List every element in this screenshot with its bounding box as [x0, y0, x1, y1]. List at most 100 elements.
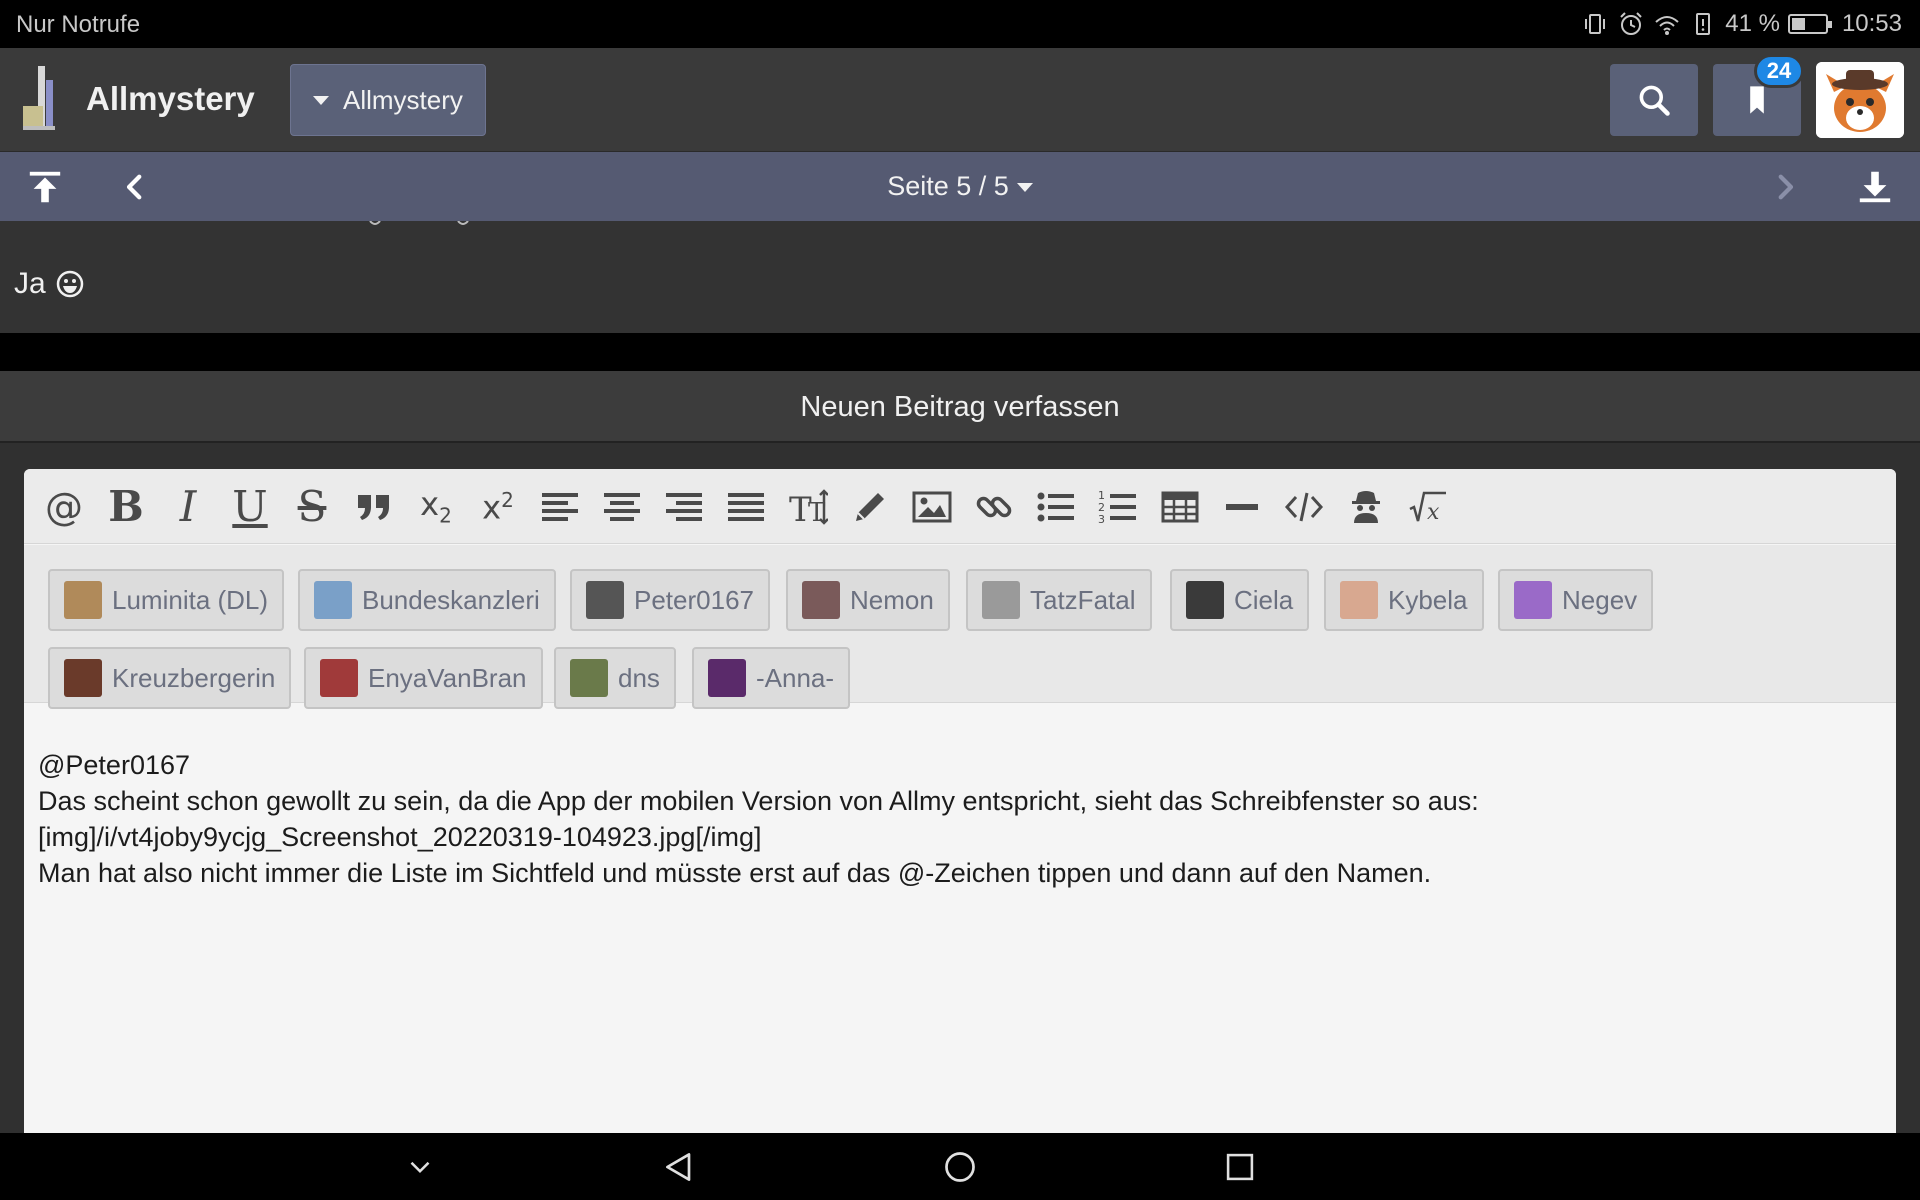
- vibrate-icon: [1581, 10, 1609, 38]
- mention-avatar: [802, 581, 840, 619]
- recents-button[interactable]: [1220, 1147, 1260, 1187]
- mention-avatar: [320, 659, 358, 697]
- mention-chip[interactable]: EnyaVanBran: [304, 647, 543, 709]
- math-icon[interactable]: x: [1402, 481, 1454, 533]
- mention-chip[interactable]: Peter0167: [570, 569, 770, 631]
- mention-avatar: [586, 581, 624, 619]
- text-size-icon[interactable]: TT: [782, 481, 834, 533]
- caret-down-icon: [313, 95, 329, 105]
- chevron-down-icon: [410, 1161, 430, 1174]
- mention-name: Ciela: [1234, 584, 1294, 615]
- mention-name: dns: [618, 662, 660, 693]
- formatting-toolbar: @ B I U S x2 x2 TT 1 2 3 x: [24, 469, 1896, 544]
- mention-name: Kreuzbergerin: [112, 662, 276, 693]
- forum-dropdown[interactable]: Allmystery: [290, 64, 486, 136]
- mention-name: EnyaVanBran: [368, 662, 527, 693]
- mention-avatar: [1186, 581, 1224, 619]
- post-editor: @ B I U S x2 x2 TT 1 2 3 x Luminita (DL)…: [24, 469, 1896, 1133]
- compose-title: Neuen Beitrag verfassen: [800, 391, 1120, 423]
- mention-chip[interactable]: Kybela: [1324, 569, 1484, 631]
- battery-percent: 41 %: [1725, 10, 1780, 37]
- page-indicator-label: Seite 5 / 5: [887, 171, 1009, 201]
- svg-text:x: x: [1427, 500, 1440, 525]
- align-right-icon[interactable]: [658, 481, 710, 533]
- pagination-bar: Seite 5 / 5: [0, 151, 1920, 221]
- previous-post: Ja: [0, 221, 1920, 333]
- bookmark-icon: [1750, 86, 1764, 114]
- strikethrough-icon[interactable]: S: [286, 481, 338, 533]
- spoiler-icon[interactable]: [1340, 481, 1392, 533]
- recents-icon: [1226, 1153, 1254, 1181]
- image-icon[interactable]: [906, 481, 958, 533]
- text-line: Man hat also nicht immer die Liste im Si…: [38, 858, 1432, 888]
- align-justify-icon[interactable]: [720, 481, 772, 533]
- mention-chip[interactable]: Luminita (DL): [48, 569, 285, 631]
- mention-name: Kybela: [1388, 584, 1468, 615]
- superscript-icon[interactable]: x2: [472, 481, 524, 533]
- svg-text:3: 3: [1098, 513, 1105, 526]
- code-icon[interactable]: [1278, 481, 1330, 533]
- quote-icon[interactable]: [348, 481, 400, 533]
- mention-name: -Anna-: [756, 662, 835, 693]
- last-page-button[interactable]: [1850, 162, 1900, 212]
- app-bar: Allmystery Allmystery 24: [0, 48, 1920, 151]
- back-button[interactable]: [660, 1147, 700, 1187]
- allmystery-logo[interactable]: [20, 62, 68, 134]
- collapse-keyboard-button[interactable]: [400, 1147, 440, 1187]
- clipped-text-fragment: [369, 221, 469, 225]
- mention-avatar: [1340, 581, 1378, 619]
- pencil-icon[interactable]: [844, 481, 896, 533]
- page-selector[interactable]: Seite 5 / 5: [0, 171, 1920, 202]
- chevron-right-icon: [1778, 174, 1794, 200]
- status-bar: Nur Notrufe 41 % 10:53: [0, 0, 1920, 48]
- mention-chip[interactable]: Ciela: [1170, 569, 1310, 631]
- post-text-area[interactable]: @Peter0167 Das scheint schon gewollt zu …: [38, 747, 1878, 891]
- underline-icon[interactable]: U: [224, 481, 276, 533]
- mention-avatar: [64, 659, 102, 697]
- battery-icon: [1787, 14, 1832, 34]
- mention-name: Luminita (DL): [112, 584, 269, 615]
- align-center-icon[interactable]: [596, 481, 648, 533]
- search-button[interactable]: [1610, 64, 1698, 136]
- mention-avatar: [1514, 581, 1552, 619]
- align-left-icon[interactable]: [534, 481, 586, 533]
- bookmark-count-badge: 24: [1754, 54, 1804, 88]
- mention-name: Negev: [1562, 584, 1638, 615]
- home-icon: [945, 1152, 975, 1182]
- link-icon[interactable]: [968, 481, 1020, 533]
- mention-suggestions: Luminita (DL) Bundeskanzleri Peter0167 Nemo…: [24, 545, 1896, 709]
- mention-chip[interactable]: TatzFatal: [966, 569, 1152, 631]
- system-nav-bar: [0, 1133, 1920, 1200]
- wifi-icon: [1653, 10, 1681, 38]
- numbered-list-icon[interactable]: 123: [1092, 481, 1144, 533]
- post-body: Ja: [14, 267, 84, 301]
- compose-header: Neuen Beitrag verfassen: [0, 371, 1920, 443]
- mention-chip[interactable]: Bundeskanzleri: [298, 569, 556, 631]
- mention-chip[interactable]: Negev: [1498, 569, 1654, 631]
- search-icon: [1639, 85, 1670, 116]
- text-line: Das scheint schon gewollt zu sein, da di…: [38, 786, 1479, 816]
- user-avatar[interactable]: [1816, 62, 1904, 138]
- next-page-button[interactable]: [1760, 162, 1810, 212]
- carrier-label: Nur Notrufe: [16, 11, 141, 38]
- horizontal-rule-icon[interactable]: [1216, 481, 1268, 533]
- mention-chip[interactable]: Kreuzbergerin: [48, 647, 292, 709]
- mention-name: Peter0167: [634, 584, 754, 615]
- forum-dropdown-label: Allmystery: [343, 84, 463, 115]
- caret-down-icon: [1016, 183, 1033, 193]
- text-line: @Peter0167: [38, 750, 191, 780]
- table-icon[interactable]: [1154, 481, 1206, 533]
- clock: 10:53: [1841, 10, 1902, 37]
- bold-icon[interactable]: B: [100, 481, 152, 533]
- mention-name: TatzFatal: [1030, 584, 1136, 615]
- mention-name: Nemon: [850, 584, 934, 615]
- mention-chip[interactable]: Nemon: [786, 569, 950, 631]
- italic-icon[interactable]: I: [162, 481, 214, 533]
- app-title[interactable]: Allmystery: [86, 80, 255, 118]
- bullet-list-icon[interactable]: [1030, 481, 1082, 533]
- at-icon[interactable]: @: [38, 481, 90, 533]
- mention-chip[interactable]: -Anna-: [692, 647, 851, 709]
- home-button[interactable]: [940, 1147, 980, 1187]
- subscript-icon[interactable]: x2: [410, 481, 462, 533]
- mention-chip[interactable]: dns: [554, 647, 676, 709]
